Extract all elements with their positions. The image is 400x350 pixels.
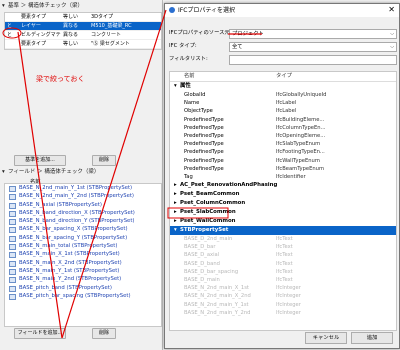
- annotation-box: [167, 207, 229, 219]
- annotation-overlay: [2, 9, 262, 339]
- annotation-arrow: [61, 9, 167, 339]
- annotation-arrow: [17, 31, 63, 339]
